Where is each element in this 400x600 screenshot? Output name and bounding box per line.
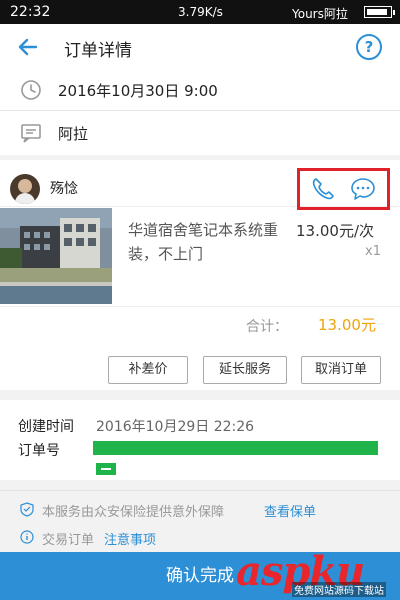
supplement-price-button[interactable]: 补差价 bbox=[108, 356, 188, 384]
created-time-value: 2016年10月29日 22:26 bbox=[96, 419, 255, 435]
service-photo bbox=[0, 208, 112, 304]
address-row: 阿拉 bbox=[0, 111, 400, 155]
phone-icon[interactable] bbox=[310, 176, 336, 202]
precautions-link[interactable]: 注意事项 bbox=[104, 529, 156, 548]
shield-check-icon bbox=[20, 502, 34, 517]
service-datetime: 2016年10月30日 9:00 bbox=[58, 82, 218, 100]
help-icon[interactable]: ? bbox=[356, 34, 382, 60]
watermark-caption: 免费网站源码下载站 bbox=[292, 582, 386, 597]
redaction-mark bbox=[96, 463, 116, 475]
avatar[interactable] bbox=[10, 174, 40, 204]
created-time-label: 创建时间 bbox=[18, 419, 74, 435]
service-time-row: 2016年10月30日 9:00 bbox=[0, 70, 400, 111]
page-title: 订单详情 bbox=[64, 41, 132, 61]
service-address: 阿拉 bbox=[58, 125, 89, 143]
provider-name: 殇惗 bbox=[50, 181, 78, 197]
insurance-notice: 本服务由众安保险提供意外保障 bbox=[42, 505, 225, 520]
service-title: 华道宿舍笔记本系统重装，不上门 bbox=[128, 221, 279, 263]
service-quantity: x1 bbox=[365, 244, 381, 259]
total-label: 合计： bbox=[246, 319, 288, 335]
order-info bbox=[0, 400, 400, 480]
back-arrow-icon[interactable] bbox=[16, 35, 40, 59]
battery-icon bbox=[364, 6, 395, 18]
total-value: 13.00元 bbox=[318, 316, 376, 334]
service-price: 13.00元/次 bbox=[296, 222, 374, 240]
clock-icon bbox=[21, 80, 41, 100]
carrier-name: Yours阿拉 bbox=[292, 7, 348, 21]
status-bar: 22:32 3.79K/s Yours阿拉 bbox=[0, 0, 400, 24]
order-number-redaction bbox=[93, 441, 378, 455]
order-number-label: 订单号 bbox=[18, 443, 60, 459]
info-icon bbox=[20, 530, 34, 544]
extend-service-button[interactable]: 延长服务 bbox=[203, 356, 287, 384]
trade-notice: 交易订单 bbox=[42, 533, 95, 548]
chat-icon[interactable] bbox=[350, 176, 376, 202]
view-policy-link[interactable]: 查看保单 bbox=[264, 501, 316, 520]
status-time: 22:32 bbox=[10, 4, 51, 20]
network-speed: 3.79K/s bbox=[178, 5, 223, 19]
message-icon bbox=[21, 124, 41, 143]
cancel-order-button[interactable]: 取消订单 bbox=[301, 356, 381, 384]
top-bar: 订单详情 ? bbox=[0, 24, 400, 71]
